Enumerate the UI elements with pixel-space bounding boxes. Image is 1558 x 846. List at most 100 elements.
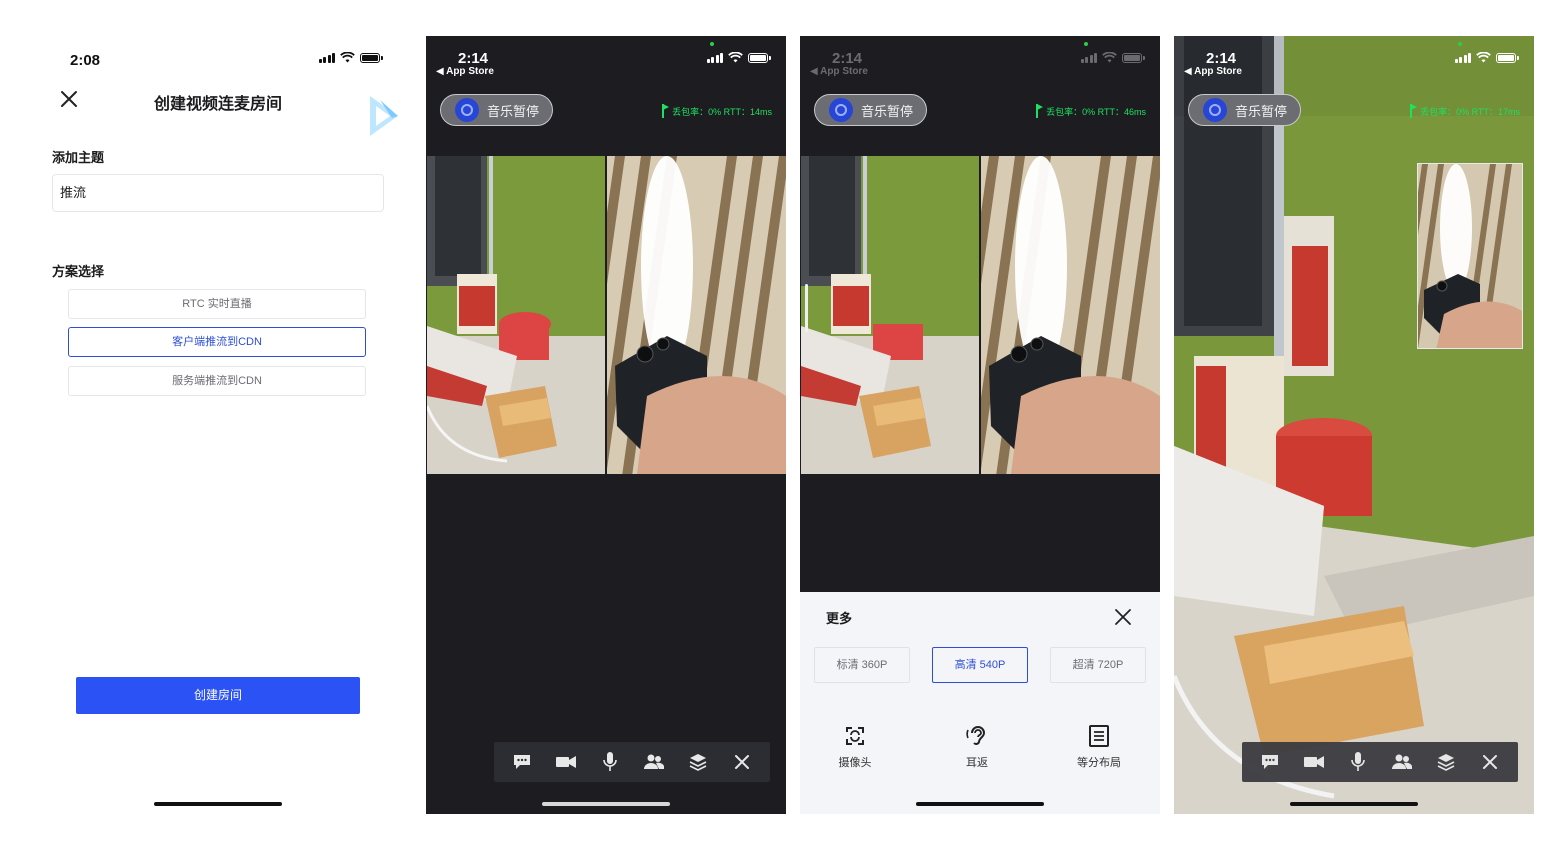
music-pause-button[interactable]: 音乐暂停 [440, 94, 553, 126]
scheme-label: 方案选择 [52, 264, 105, 279]
layout-icon [1089, 725, 1109, 747]
members-icon[interactable] [641, 749, 667, 775]
music-disc-icon [1203, 98, 1227, 122]
music-disc-icon [829, 98, 853, 122]
status-time: 2:14 [1206, 50, 1237, 67]
music-pause-label: 音乐暂停 [861, 103, 914, 119]
fullscreen-video-image [1174, 36, 1534, 814]
status-bar: 2:14 ◀ App Store [800, 36, 1160, 80]
battery-icon [748, 52, 771, 63]
equal-layout-label: 等分布局 [1077, 757, 1121, 769]
switch-camera-icon [846, 727, 864, 745]
signal-icon [318, 52, 335, 63]
signal-icon [1080, 52, 1097, 63]
close-icon[interactable] [1112, 606, 1134, 628]
switch-camera-label: 摄像头 [838, 757, 872, 769]
music-disc-icon [455, 98, 479, 122]
live-room-screen: 2:14 ◀ App Store 音乐暂停 丢包率：0% RTT：14ms [426, 36, 786, 814]
wifi-icon [1102, 52, 1117, 63]
switch-camera-button[interactable]: 摄像头 [820, 724, 890, 770]
quality-360p[interactable]: 标清 360P [814, 647, 910, 683]
signal-flag-icon [1410, 104, 1418, 118]
signal-flag-icon [662, 104, 670, 118]
camera-icon[interactable] [1301, 749, 1327, 775]
status-icons [706, 52, 771, 63]
status-icons [318, 52, 383, 63]
option-server-cdn[interactable]: 服务端推流到CDN [68, 366, 366, 396]
chat-icon[interactable] [1257, 749, 1283, 775]
network-stats: 丢包率：0% RTT：46ms [1036, 104, 1146, 118]
phone-scene-image [607, 156, 786, 474]
quality-540p[interactable]: 高清 540P [932, 647, 1028, 683]
members-icon[interactable] [1389, 749, 1415, 775]
battery-icon [1496, 52, 1519, 63]
topic-input[interactable]: 推流 [52, 174, 384, 212]
status-time: 2:14 [832, 50, 863, 67]
mic-icon[interactable] [1345, 749, 1371, 775]
home-indicator [154, 802, 282, 806]
privacy-indicator [1458, 42, 1462, 46]
desk-scene-image [801, 156, 979, 474]
sheet-title: 更多 [826, 611, 853, 626]
signal-flag-icon [1036, 104, 1044, 118]
page-title: 创建视频连麦房间 [153, 96, 282, 113]
status-bar: 2:08 [38, 36, 398, 80]
live-room-more-screen: 2:14 ◀ App Store 音乐暂停 丢包率：0% RTT：46ms 更多… [800, 36, 1160, 814]
status-time: 2:14 [458, 50, 489, 67]
home-indicator [542, 802, 670, 806]
home-indicator [1290, 802, 1418, 806]
phone-scene-image [981, 156, 1160, 474]
battery-icon [360, 52, 383, 63]
network-stats: 丢包率：0% RTT：14ms [662, 104, 772, 118]
back-to-app-store[interactable]: ◀ App Store [810, 66, 868, 77]
mic-icon[interactable] [597, 749, 623, 775]
wifi-icon [340, 52, 355, 63]
ear-monitor-label: 耳返 [966, 757, 988, 769]
desk-scene-image [427, 156, 605, 474]
network-stats: 丢包率：0% RTT：17ms [1410, 104, 1520, 118]
close-icon[interactable] [1477, 749, 1503, 775]
wifi-icon [1476, 52, 1491, 63]
video-tile-local[interactable] [427, 156, 605, 474]
music-pause-button[interactable]: 音乐暂停 [1188, 94, 1301, 126]
music-pause-label: 音乐暂停 [1235, 103, 1288, 119]
back-to-app-store[interactable]: ◀ App Store [1184, 66, 1242, 77]
close-icon[interactable] [729, 749, 755, 775]
privacy-indicator [1084, 42, 1088, 46]
pip-video-tile[interactable] [1417, 163, 1523, 349]
option-client-cdn[interactable]: 客户端推流到CDN [68, 327, 366, 357]
layers-icon[interactable] [1433, 749, 1459, 775]
status-icons [1454, 52, 1519, 63]
back-to-app-store[interactable]: ◀ App Store [436, 66, 494, 77]
bottom-toolbar [494, 742, 770, 782]
privacy-indicator [710, 42, 714, 46]
chat-icon[interactable] [509, 749, 535, 775]
more-sheet: 更多 标清 360P 高清 540P 超清 720P 摄像头 耳返 等分布局 [800, 592, 1160, 814]
ear-icon [966, 726, 986, 745]
network-stats-text: 丢包率：0% RTT：17ms [1420, 106, 1520, 117]
pip-phone-image [1418, 164, 1522, 348]
status-time: 2:08 [70, 52, 101, 69]
brand-logo-icon [370, 96, 398, 136]
network-stats-text: 丢包率：0% RTT：14ms [672, 106, 772, 117]
camera-icon[interactable] [553, 749, 579, 775]
bottom-toolbar [1242, 742, 1518, 782]
quality-720p[interactable]: 超清 720P [1050, 647, 1146, 683]
wifi-icon [728, 52, 743, 63]
equal-layout-button[interactable]: 等分布局 [1064, 724, 1134, 770]
status-bar: 2:14 ◀ App Store [426, 36, 786, 80]
video-tile-remote[interactable] [981, 156, 1160, 474]
topic-label: 添加主题 [52, 150, 105, 165]
video-tile-local[interactable] [801, 156, 979, 474]
music-pause-button[interactable]: 音乐暂停 [814, 94, 927, 126]
status-icons [1080, 52, 1145, 63]
signal-icon [1454, 52, 1471, 63]
layers-icon[interactable] [685, 749, 711, 775]
ear-monitor-button[interactable]: 耳返 [942, 724, 1012, 770]
signal-icon [706, 52, 723, 63]
battery-icon [1122, 52, 1145, 63]
video-tile-remote[interactable] [607, 156, 786, 474]
create-room-button[interactable]: 创建房间 [76, 677, 360, 714]
option-rtc[interactable]: RTC 实时直播 [68, 289, 366, 319]
create-room-screen: 2:08 创建视频连麦房间 添加主题 推流 方案选择 RTC 实时直播 客户端推… [38, 36, 398, 814]
